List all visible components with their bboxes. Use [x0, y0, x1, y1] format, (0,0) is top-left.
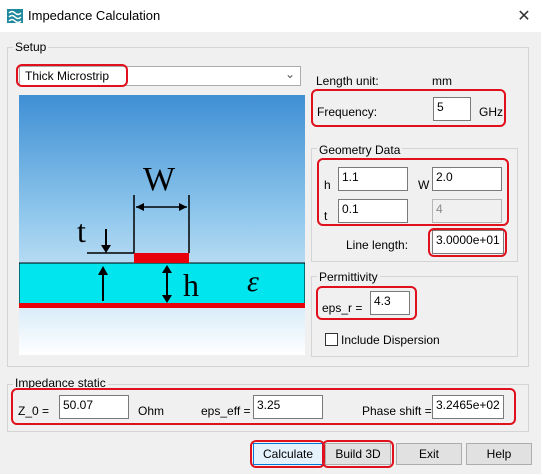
chevron-down-icon: ⌄ [284, 67, 295, 81]
help-button[interactable]: Help [466, 443, 532, 465]
microstrip-diagram [18, 195, 306, 308]
title-bar: Impedance Calculation ✕ [0, 0, 541, 32]
highlight-impedance [11, 388, 516, 425]
diagram-t-label: t [77, 213, 86, 249]
window-title: Impedance Calculation [28, 8, 161, 23]
highlight-build-3d [322, 440, 394, 468]
permittivity-group-label: Permittivity [317, 270, 380, 284]
app-icon [7, 9, 23, 23]
include-dispersion-label[interactable]: Include Dispersion [341, 333, 440, 347]
ground-plane [19, 303, 305, 308]
line-length-label: Line length: [346, 238, 409, 252]
highlight-line-length [428, 228, 507, 257]
diagram-eps-label: ε [247, 265, 259, 298]
exit-button[interactable]: Exit [396, 443, 462, 465]
length-unit-label: Length unit: [316, 74, 379, 88]
structure-diagram: W t h ε [18, 95, 306, 355]
include-dispersion-checkbox[interactable] [325, 333, 338, 346]
diagram-h-label: h [183, 267, 199, 303]
length-unit-value: mm [432, 74, 452, 88]
close-icon[interactable]: ✕ [514, 6, 534, 26]
setup-group-label: Setup [13, 40, 49, 54]
highlight-calculate [250, 440, 325, 468]
highlight-structure [16, 64, 128, 87]
trace-strip [134, 253, 189, 263]
geometry-group-label: Geometry Data [317, 143, 403, 157]
diagram-w-label: W [143, 161, 176, 198]
highlight-frequency [311, 89, 506, 127]
substrate-shape [18, 262, 306, 306]
highlight-geometry [317, 158, 509, 226]
highlight-eps-r [316, 286, 417, 320]
